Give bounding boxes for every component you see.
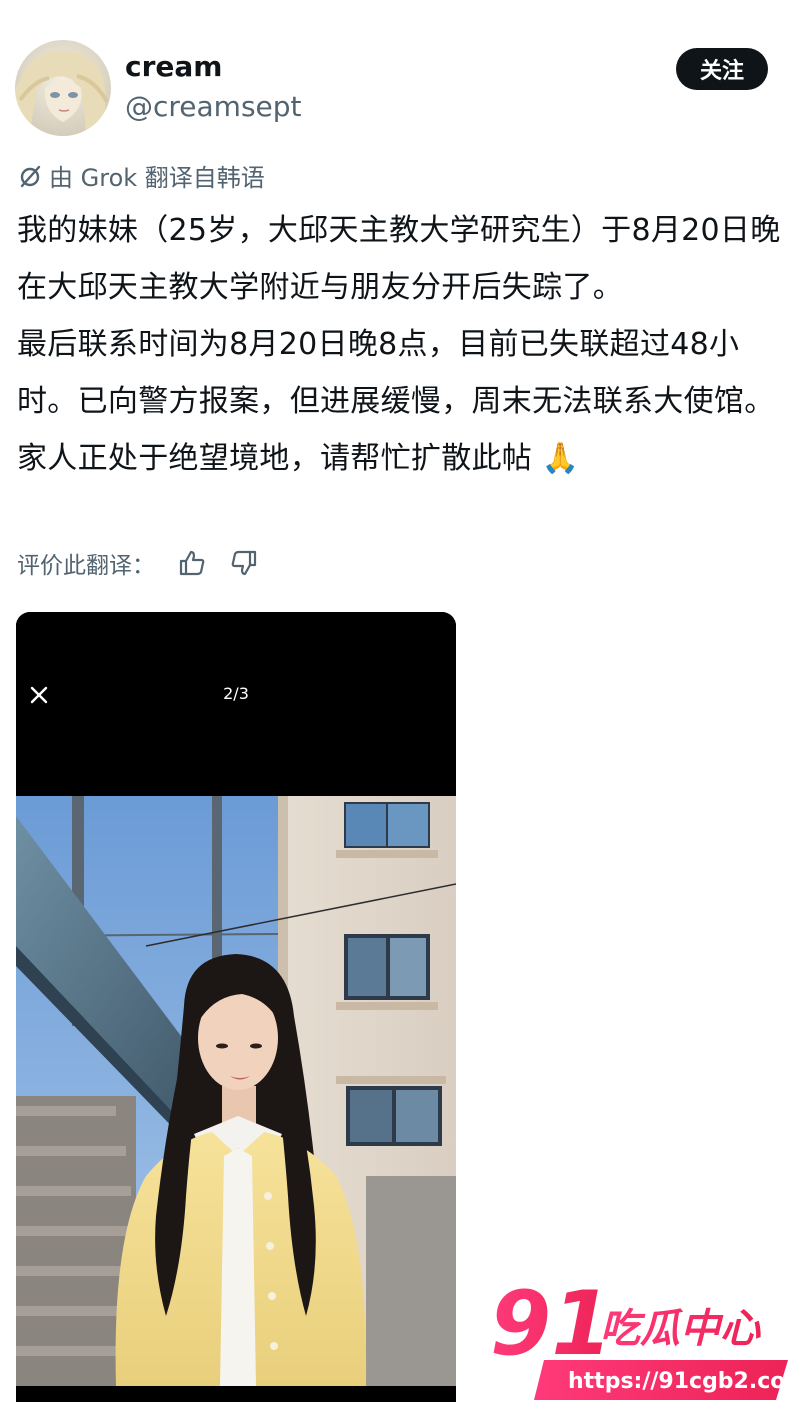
media-top-bar: 2/3 xyxy=(16,612,456,796)
post-text: 我的妹妹（25岁，大邱天主教大学研究生）于8月20日晚在大邱天主教大学附近与朋友… xyxy=(17,202,783,487)
svg-text:https://91cgb2.com: https://91cgb2.com xyxy=(568,1369,790,1394)
tweet-page: cream @creamsept 关注 由 Grok 翻译自韩语 我的妹妹（25… xyxy=(0,0,800,1416)
media-counter: 2/3 xyxy=(223,684,249,703)
post-paragraph: 我的妹妹（25岁，大邱天主教大学研究生）于8月20日晚在大邱天主教大学附近与朋友… xyxy=(17,213,781,305)
svg-text:吃瓜中心: 吃瓜中心 xyxy=(600,1306,761,1352)
user-handle[interactable]: @creamsept xyxy=(125,91,302,123)
thumbs-down-icon[interactable] xyxy=(229,548,259,578)
post-paragraph: 最后联系时间为8月20日晚8点，目前已失联超过48小时。已向警方报案，但进展缓慢… xyxy=(17,327,775,419)
display-name[interactable]: cream xyxy=(125,51,222,83)
watermark-logo: 91 吃瓜中心 https://91cgb2.com xyxy=(490,1272,800,1404)
post-photo[interactable] xyxy=(16,796,456,1386)
media-bottom-bar xyxy=(16,1386,456,1402)
translation-notice-text: 由 Grok 翻译自韩语 xyxy=(49,164,265,192)
media-viewer[interactable]: 2/3 xyxy=(16,612,456,1402)
post-paragraph: 家人正处于绝望境地，请帮忙扩散此帖 🙏 xyxy=(17,441,580,476)
rate-translation-label: 评价此翻译： xyxy=(17,553,155,579)
thumbs-up-icon[interactable] xyxy=(177,548,207,578)
translation-notice: 由 Grok 翻译自韩语 xyxy=(17,158,265,193)
translate-icon xyxy=(17,163,43,189)
avatar[interactable] xyxy=(15,40,111,136)
rate-translation: 评价此翻译： xyxy=(17,546,259,580)
follow-button[interactable]: 关注 xyxy=(676,48,768,90)
